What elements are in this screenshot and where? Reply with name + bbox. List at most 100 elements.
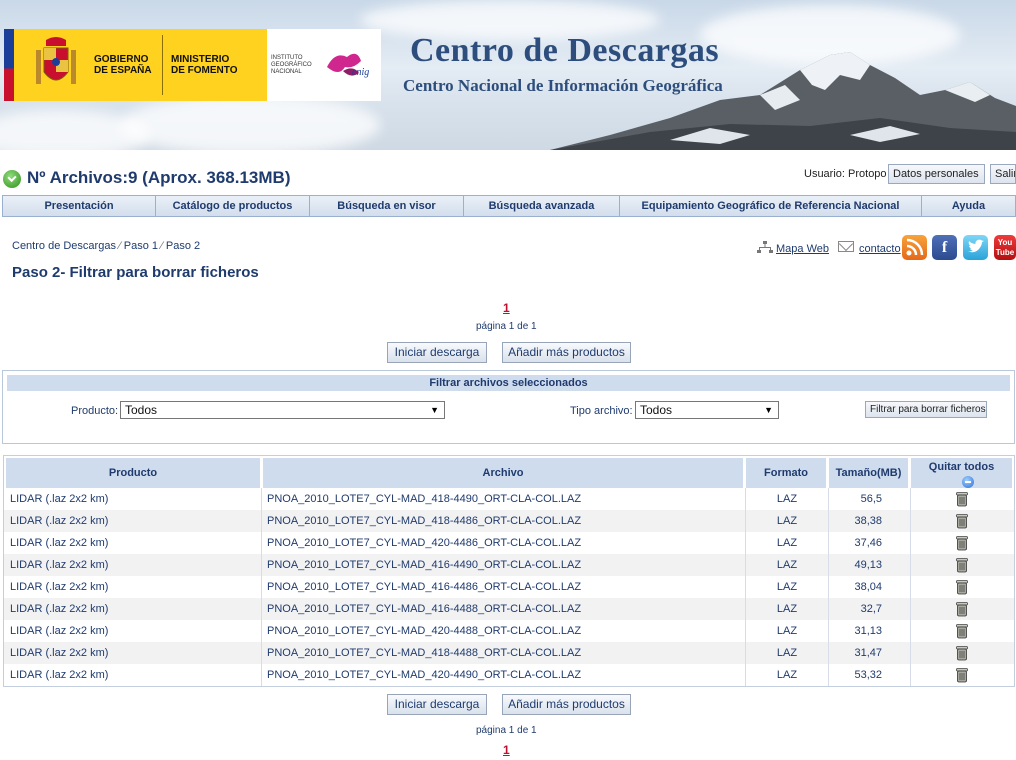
table-row: LIDAR (.laz 2x2 km) PNOA_2010_LOTE7_CYL-M… xyxy=(4,510,1014,532)
column-header-product: Producto xyxy=(6,458,260,488)
trash-icon[interactable] xyxy=(956,645,968,661)
table-row: LIDAR (.laz 2x2 km) PNOA_2010_LOTE7_CYL-M… xyxy=(4,598,1014,620)
remove-all-header[interactable]: Quitar todos xyxy=(911,458,1012,488)
file-type-label: Tipo archivo: xyxy=(570,405,633,417)
breadcrumb-item[interactable]: Paso 1 xyxy=(124,240,158,252)
filter-panel: Filtrar archivos seleccionados Producto:… xyxy=(2,370,1015,444)
file-type-select-value: Todos xyxy=(640,403,673,417)
table-body: LIDAR (.laz 2x2 km) PNOA_2010_LOTE7_CYL-M… xyxy=(4,488,1014,686)
nav-item-ayuda[interactable]: Ayuda xyxy=(922,196,1015,216)
cell-format: LAZ xyxy=(746,554,829,576)
add-products-button-bottom[interactable]: Añadir más productos xyxy=(502,694,631,715)
column-header-size: Tamaño(MB) xyxy=(829,458,908,488)
cell-file: PNOA_2010_LOTE7_CYL-MAD_418-4486_ORT-CLA… xyxy=(262,510,746,532)
add-products-button[interactable]: Añadir más productos xyxy=(502,342,631,363)
header-banner: GOBIERNO DE ESPAÑA MINISTERIO DE FOMENTO… xyxy=(0,0,1016,150)
trash-icon[interactable] xyxy=(956,535,968,551)
cell-file: PNOA_2010_LOTE7_CYL-MAD_416-4488_ORT-CLA… xyxy=(262,598,746,620)
cell-size: 49,13 xyxy=(829,554,911,576)
column-header-format: Formato xyxy=(746,458,826,488)
nav-item-busqueda-avanzada[interactable]: Búsqueda avanzada xyxy=(464,196,620,216)
youtube-icon[interactable]: You Tube xyxy=(994,235,1016,260)
gobierno-label: GOBIERNO DE ESPAÑA xyxy=(94,54,152,76)
breadcrumb-item: Paso 2 xyxy=(165,240,201,252)
table-header: Producto Archivo Formato Tamaño(MB) Quit… xyxy=(4,456,1014,488)
table-row: LIDAR (.laz 2x2 km) PNOA_2010_LOTE7_CYL-M… xyxy=(4,554,1014,576)
nav-item-equipamiento[interactable]: Equipamiento Geográfico de Referencia Na… xyxy=(620,196,922,216)
site-title: Centro de Descargas xyxy=(410,32,720,69)
cell-size: 53,32 xyxy=(829,664,911,686)
status-bar: Nº Archivos:9 (Aprox. 368.13MB) Usuario:… xyxy=(0,164,1016,192)
cell-file: PNOA_2010_LOTE7_CYL-MAD_418-4490_ORT-CLA… xyxy=(262,488,746,510)
cell-product: LIDAR (.laz 2x2 km) xyxy=(4,664,262,686)
filter-title: Filtrar archivos seleccionados xyxy=(7,375,1010,391)
cell-size: 31,13 xyxy=(829,620,911,642)
cell-size: 56,5 xyxy=(829,488,911,510)
breadcrumb-item[interactable]: Centro de Descargas xyxy=(12,240,116,252)
user-label: Usuario: Protopo xyxy=(804,168,887,180)
twitter-icon[interactable] xyxy=(963,235,988,260)
page-number-link[interactable]: 1 xyxy=(503,301,510,315)
government-logos: GOBIERNO DE ESPAÑA MINISTERIO DE FOMENTO… xyxy=(4,29,381,101)
cell-product: LIDAR (.laz 2x2 km) xyxy=(4,598,262,620)
cell-product: LIDAR (.laz 2x2 km) xyxy=(4,510,262,532)
cell-format: LAZ xyxy=(746,598,829,620)
cell-file: PNOA_2010_LOTE7_CYL-MAD_420-4488_ORT-CLA… xyxy=(262,620,746,642)
contact-link[interactable]: contacto xyxy=(859,243,901,255)
product-label: Producto: xyxy=(71,405,119,417)
cell-format: LAZ xyxy=(746,620,829,642)
product-select-value: Todos xyxy=(125,403,158,417)
trash-icon[interactable] xyxy=(956,579,968,595)
cell-file: PNOA_2010_LOTE7_CYL-MAD_418-4488_ORT-CLA… xyxy=(262,642,746,664)
remove-all-icon[interactable] xyxy=(962,476,974,488)
trash-icon[interactable] xyxy=(956,601,968,617)
facebook-icon[interactable]: f xyxy=(932,235,957,260)
page-title: Paso 2- Filtrar para borrar ficheros xyxy=(12,264,259,281)
nav-item-busqueda-visor[interactable]: Búsqueda en visor xyxy=(310,196,464,216)
exit-button[interactable]: Salir xyxy=(990,164,1016,184)
nav-item-catalogo[interactable]: Catálogo de productos xyxy=(156,196,310,216)
file-count: Nº Archivos:9 (Aprox. 368.13MB) xyxy=(27,168,291,187)
cell-file: PNOA_2010_LOTE7_CYL-MAD_420-4486_ORT-CLA… xyxy=(262,532,746,554)
sitemap-icon xyxy=(757,241,773,253)
cell-format: LAZ xyxy=(746,664,829,686)
cell-size: 37,46 xyxy=(829,532,911,554)
cell-format: LAZ xyxy=(746,642,829,664)
cell-product: LIDAR (.laz 2x2 km) xyxy=(4,532,262,554)
mail-icon xyxy=(838,241,854,252)
start-download-button[interactable]: Iniciar descarga xyxy=(387,342,487,363)
trash-icon[interactable] xyxy=(956,623,968,639)
logo-divider xyxy=(162,35,163,95)
filter-delete-button[interactable]: Filtrar para borrar ficheros xyxy=(865,401,987,418)
cell-size: 38,38 xyxy=(829,510,911,532)
trash-icon[interactable] xyxy=(956,667,968,683)
trash-icon[interactable] xyxy=(956,557,968,573)
breadcrumb: Centro de Descargas ∕ Paso 1 ∕ Paso 2 xyxy=(12,240,201,252)
trash-icon[interactable] xyxy=(956,513,968,529)
cell-size: 32,7 xyxy=(829,598,911,620)
file-type-select[interactable]: Todos ▼ xyxy=(635,401,779,419)
cell-product: LIDAR (.laz 2x2 km) xyxy=(4,642,262,664)
page-info-bottom: página 1 de 1 xyxy=(476,725,537,736)
start-download-button-bottom[interactable]: Iniciar descarga xyxy=(387,694,487,715)
cell-product: LIDAR (.laz 2x2 km) xyxy=(4,620,262,642)
rss-icon[interactable] xyxy=(902,235,927,260)
page-number-link-bottom[interactable]: 1 xyxy=(503,743,510,757)
trash-icon[interactable] xyxy=(956,491,968,507)
cell-size: 31,47 xyxy=(829,642,911,664)
personal-data-button[interactable]: Datos personales xyxy=(888,164,985,184)
product-select[interactable]: Todos ▼ xyxy=(120,401,445,419)
download-check-icon xyxy=(3,170,21,188)
gobierno-logo: GOBIERNO DE ESPAÑA MINISTERIO DE FOMENTO xyxy=(14,29,267,101)
table-row: LIDAR (.laz 2x2 km) PNOA_2010_LOTE7_CYL-M… xyxy=(4,532,1014,554)
remove-all-label[interactable]: Quitar todos xyxy=(929,461,994,473)
page-info: página 1 de 1 xyxy=(476,321,537,332)
cnig-label: cnig xyxy=(352,67,370,78)
cnig-logo-icon xyxy=(327,53,361,76)
sitemap-link[interactable]: Mapa Web xyxy=(776,243,829,255)
cell-format: LAZ xyxy=(746,488,829,510)
banner-cloud xyxy=(120,95,380,150)
nav-item-presentacion[interactable]: Presentación xyxy=(3,196,156,216)
cell-product: LIDAR (.laz 2x2 km) xyxy=(4,576,262,598)
cell-file: PNOA_2010_LOTE7_CYL-MAD_420-4490_ORT-CLA… xyxy=(262,664,746,686)
